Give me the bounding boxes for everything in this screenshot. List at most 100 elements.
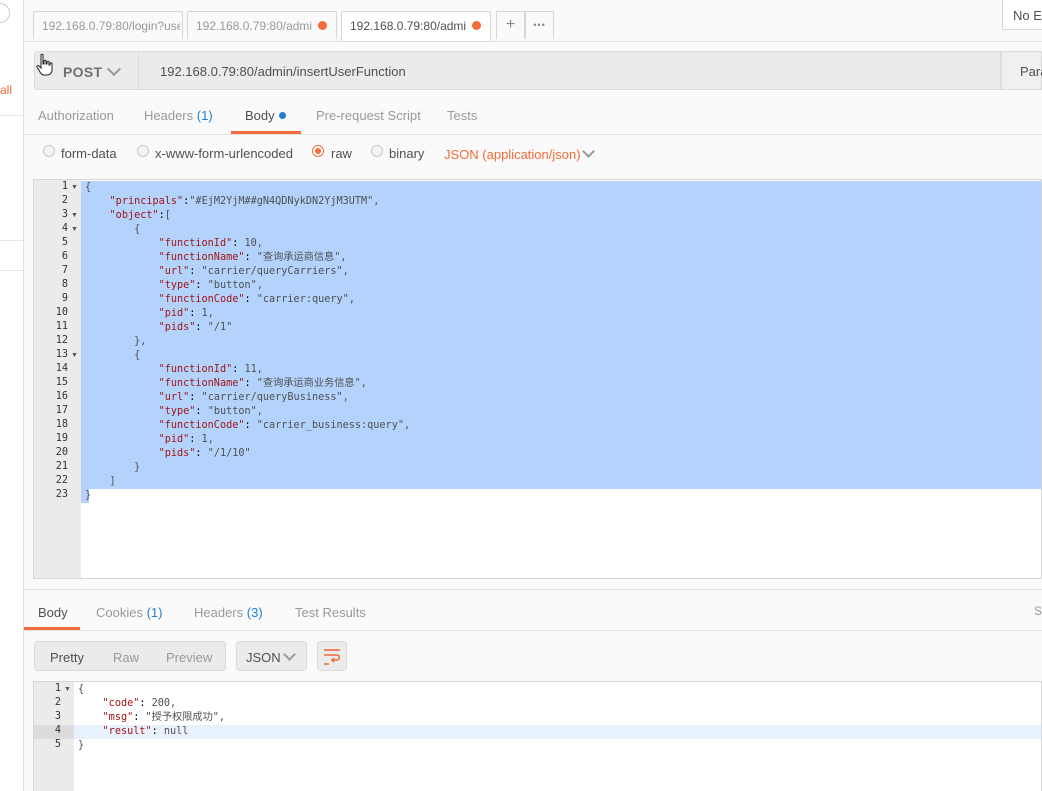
binary-label[interactable]: binary [389, 146, 424, 161]
line-number: 12 [55, 335, 68, 346]
unsaved-dot-icon [472, 21, 481, 30]
tab-authorization[interactable]: Authorization [38, 108, 114, 123]
line-number: 10 [55, 307, 68, 318]
modified-dot-icon [278, 112, 286, 120]
tab-prerequest-script[interactable]: Pre-request Script [316, 108, 421, 123]
code-line: { [85, 182, 92, 193]
wrap-lines-button[interactable] [317, 641, 347, 671]
fold-arrow-icon[interactable]: ▼ [64, 686, 71, 693]
more-tabs-button[interactable]: ••• [525, 11, 554, 39]
preview-button[interactable]: Preview [166, 650, 212, 665]
response-tab-headers-label: Headers [194, 605, 244, 620]
response-tab-body[interactable]: Body [38, 605, 68, 620]
line-number: 18 [55, 419, 68, 430]
code-line: "type": "button", [158, 280, 263, 291]
code-line: "functionCode": "carrier:query", [158, 294, 355, 305]
binary-radio[interactable] [371, 145, 383, 157]
url-input[interactable]: 192.168.0.79:80/admin/insertUserFunction [139, 51, 1001, 90]
line-number: 22 [55, 475, 68, 486]
environment-select[interactable]: No En [1002, 0, 1042, 30]
params-label: Para [1020, 64, 1042, 79]
line-number: 1 [61, 181, 68, 192]
line-number: 6 [61, 251, 68, 262]
sidebar-divider [0, 270, 23, 271]
tab-tests[interactable]: Tests [447, 108, 477, 123]
code-line: { [78, 684, 85, 695]
request-tab-2[interactable]: 192.168.0.79:80/admi [187, 11, 337, 39]
line-number: 20 [55, 447, 68, 458]
raw-button[interactable]: Raw [113, 650, 139, 665]
request-body-editor[interactable]: 1 ▼{2 "principals":"#EjM2YjM##gN4QDNykDN2… [33, 179, 1042, 579]
code-line: "pid": 1, [158, 308, 214, 319]
response-tab-test-results[interactable]: Test Results [295, 605, 366, 620]
content-type-select[interactable]: JSON (application/json) [444, 147, 581, 162]
code-line: "functionName": "查询承运商业务信息", [158, 378, 367, 389]
urlencoded-radio[interactable] [137, 145, 149, 157]
fold-arrow-icon[interactable]: ▼ [71, 226, 78, 233]
method-label: POST [63, 64, 103, 80]
code-line: "functionCode": "carrier_business:query"… [158, 420, 411, 431]
line-number: 2 [54, 697, 61, 708]
response-tab-cookies[interactable]: Cookies (1) [96, 605, 162, 620]
line-number: 9 [61, 293, 68, 304]
code-line: { [85, 350, 141, 361]
response-headers-count: (3) [246, 605, 263, 620]
line-number: 21 [55, 461, 68, 472]
code-line: "functionId": 11, [158, 364, 263, 375]
response-tab-headers[interactable]: Headers (3) [194, 605, 263, 620]
line-number: 2 [61, 195, 68, 206]
raw-label[interactable]: raw [331, 146, 352, 161]
fold-arrow-icon[interactable]: ▼ [71, 184, 78, 191]
urlencoded-label[interactable]: x-www-form-urlencoded [155, 146, 293, 161]
form-data-label[interactable]: form-data [61, 146, 117, 161]
response-format-label: JSON [246, 650, 281, 665]
unsaved-dot-icon [318, 21, 327, 30]
url-value: 192.168.0.79:80/admin/insertUserFunction [160, 64, 406, 79]
plus-icon: + [505, 16, 516, 33]
pretty-button[interactable]: Pretty [50, 650, 84, 665]
line-number: 15 [55, 377, 68, 388]
code-line: "url": "carrier/queryCarriers", [158, 266, 349, 277]
sidebar-circle-icon[interactable] [0, 3, 10, 23]
code-line: { [85, 224, 141, 235]
tab-headers-label: Headers [144, 108, 194, 123]
code-line: } [78, 740, 85, 751]
active-tab-underline [231, 131, 301, 134]
line-number: 4 [54, 725, 61, 736]
tab-body[interactable]: Body [245, 108, 286, 123]
form-data-radio[interactable] [43, 145, 55, 157]
code-line: ] [85, 476, 116, 487]
body-type-selector: form-data x-www-form-urlencoded raw bina… [24, 135, 1042, 175]
hand-cursor-icon [36, 53, 53, 76]
left-sidebar-edge: all [0, 0, 24, 791]
request-section-tabs: Authorization Headers (1) Body Pre-reque… [24, 97, 1042, 135]
params-button[interactable]: Para [1001, 51, 1042, 90]
line-number: 3 [61, 209, 68, 220]
fold-arrow-icon[interactable]: ▼ [71, 212, 78, 219]
raw-radio[interactable] [312, 145, 324, 157]
request-tab-1[interactable]: 192.168.0.79:80/login?userr [33, 11, 183, 39]
request-tab-3-active[interactable]: 192.168.0.79:80/admi [341, 11, 491, 41]
sidebar-all-link[interactable]: all [0, 83, 12, 97]
cookies-count: (1) [146, 605, 163, 620]
code-line: } [85, 462, 141, 473]
tab-body-label: Body [245, 108, 275, 123]
request-tab-label: 192.168.0.79:80/login?userr [42, 19, 180, 33]
new-tab-button[interactable]: + [496, 11, 525, 39]
tab-headers[interactable]: Headers (1) [144, 108, 213, 123]
sidebar-divider [0, 115, 23, 116]
line-number: 4 [61, 223, 68, 234]
chevron-down-icon[interactable] [582, 145, 595, 158]
sidebar-divider [0, 240, 23, 241]
request-tab-label: 192.168.0.79:80/admi [350, 19, 467, 33]
line-number: 11 [55, 321, 68, 332]
url-bar: POST 192.168.0.79:80/admin/insertUserFun… [34, 51, 1042, 90]
active-tab-underline [24, 627, 80, 630]
fold-arrow-icon[interactable]: ▼ [71, 352, 78, 359]
line-number: 23 [55, 489, 68, 500]
response-body-viewer[interactable]: 1 ▼ {2 "code": 200, 3 "msg": "授予权限成功", 4 "re… [33, 681, 1042, 791]
code-line: "pids": "/1" [158, 322, 233, 333]
code-line: }, [85, 336, 147, 347]
response-format-select[interactable]: JSON [236, 641, 307, 671]
line-number: 5 [61, 237, 68, 248]
